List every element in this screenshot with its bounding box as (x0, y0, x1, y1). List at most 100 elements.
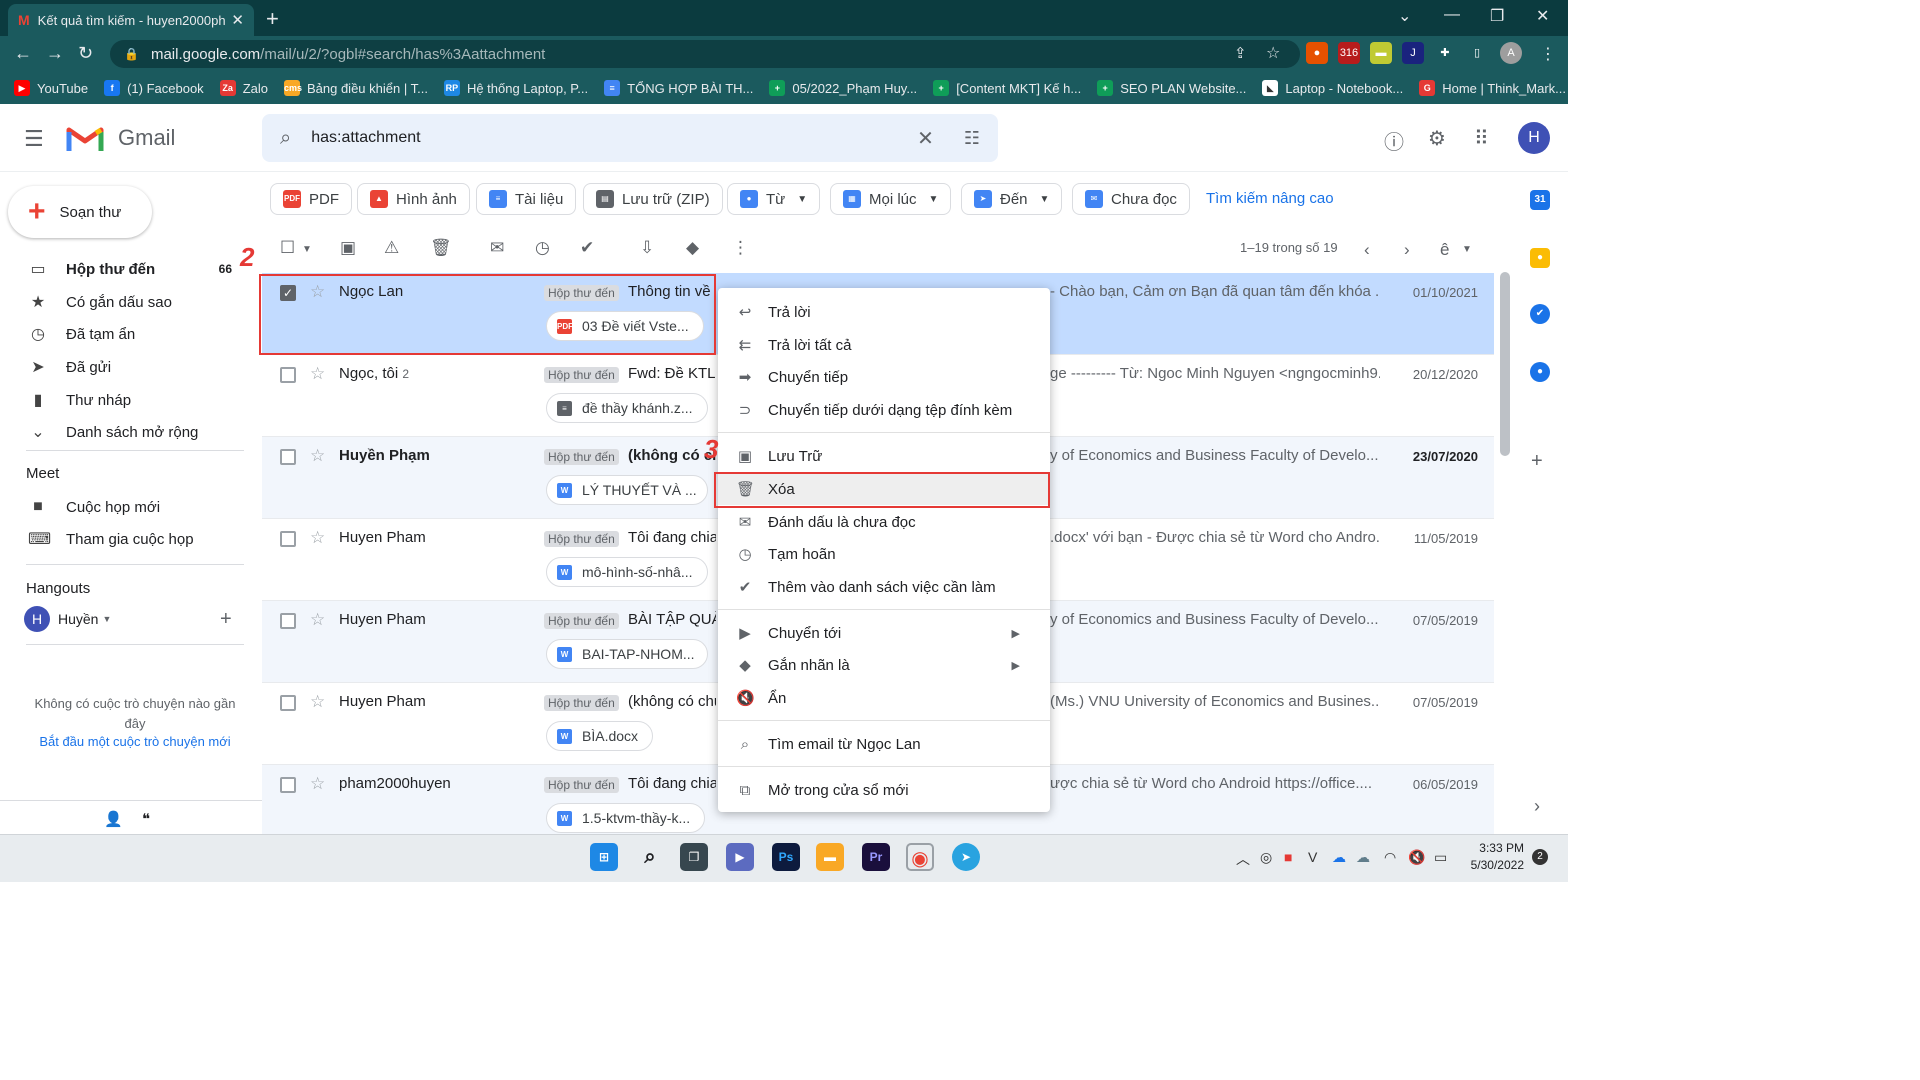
settings-gear-icon[interactable]: ⚙ (1428, 126, 1446, 151)
select-all-checkbox[interactable]: ☐ (280, 238, 295, 258)
bookmark-item[interactable]: ◣ Laptop - Notebook... (1262, 80, 1403, 96)
scrollbar[interactable] (1500, 272, 1510, 456)
onedrive-icon[interactable]: ☁ (1332, 849, 1346, 866)
context-menu-item[interactable]: ▣ Lưu Trữ (718, 440, 1050, 472)
sidebar-item[interactable]: ▭ Hộp thư đến 66 (0, 253, 250, 285)
mail-search-bar[interactable]: ⌕ has:attachment ✕ ☷ (262, 114, 998, 162)
sidebar-item[interactable]: ◷ Đã tạm ẩn (0, 318, 250, 350)
attachment-chip[interactable]: W 1.5-ktvm-thầy-k... (546, 803, 706, 833)
back-icon[interactable]: ← (14, 43, 32, 64)
star-icon[interactable]: ☆ (310, 364, 325, 384)
main-menu-icon[interactable]: ☰ (24, 126, 44, 152)
filter-chip[interactable]: ▦ Mọi lúc ▼ (830, 183, 952, 215)
search-query[interactable]: has:attachment (311, 129, 917, 147)
advanced-search-link[interactable]: Tìm kiếm nâng cao (1206, 190, 1334, 207)
filter-chip[interactable]: ● Từ ▼ (727, 183, 821, 215)
context-menu-item[interactable]: ▶ Chuyển tới ▶ (718, 617, 1050, 649)
context-menu-item[interactable]: ⧉ Mở trong cửa sổ mới (718, 774, 1050, 806)
bookmark-item[interactable]: cms Bảng điều khiển | T... (283, 80, 428, 96)
star-icon[interactable]: ☆ (310, 446, 325, 466)
context-menu-item[interactable]: ✉ Đánh dấu là chưa đọc (718, 506, 1050, 538)
add-task-icon[interactable]: ✔ (580, 238, 594, 258)
meet-item[interactable]: ⌨ Tham gia cuộc họp (0, 523, 250, 555)
show-side-panel-icon[interactable]: › (1534, 796, 1540, 817)
context-menu-item[interactable]: ✔ Thêm vào danh sách việc cần làm (718, 571, 1050, 603)
chrome-icon[interactable]: ◉ (906, 843, 934, 871)
volume-icon[interactable]: 🔇 (1408, 849, 1425, 866)
filter-chip[interactable]: PDF PDF (270, 183, 352, 215)
row-checkbox[interactable] (280, 367, 296, 383)
bookmark-item[interactable]: RP Hệ thống Laptop, P... (443, 80, 588, 96)
star-icon[interactable]: ☆ (310, 528, 325, 548)
next-page-icon[interactable]: › (1404, 240, 1410, 260)
context-menu-item[interactable]: 🔇 Ẩn (718, 682, 1050, 714)
calendar-icon[interactable]: 31 (1530, 190, 1550, 210)
share-icon[interactable]: ⇪ (1234, 44, 1247, 62)
contacts-person-icon[interactable]: 👤 (104, 810, 123, 828)
move-to-icon[interactable]: ⇩ (640, 238, 654, 258)
filter-chip[interactable]: ▤ Lưu trữ (ZIP) (583, 183, 723, 215)
report-spam-icon[interactable]: ⚠ (384, 238, 399, 258)
tray-app-icon-2[interactable]: ■ (1284, 849, 1292, 865)
bookmark-item[interactable]: ≡ TỔNG HỢP BÀI TH... (604, 80, 753, 96)
close-window-button[interactable]: ✕ (1536, 6, 1549, 26)
premiere-icon[interactable]: Pr (862, 843, 890, 871)
filter-chip[interactable]: ✉ Chưa đọc (1072, 183, 1190, 215)
bookmark-item[interactable]: + [Content MKT] Kế h... (933, 80, 1081, 96)
star-icon[interactable]: ☆ (310, 774, 325, 794)
bookmark-item[interactable]: ▶ YouTube (14, 80, 88, 96)
prev-page-icon[interactable]: ‹ (1364, 240, 1370, 260)
attachment-chip[interactable]: W LÝ THUYẾT VÀ ... (546, 475, 708, 505)
onedrive-icon-2[interactable]: ☁ (1356, 849, 1370, 866)
extension-icon-2[interactable]: ▬ (1370, 42, 1392, 64)
profile-avatar-icon[interactable]: A (1500, 42, 1522, 64)
search-icon[interactable]: ⌕ (280, 127, 291, 150)
select-dropdown-icon[interactable]: ▼ (302, 244, 312, 255)
get-addons-icon[interactable]: + (1531, 450, 1543, 473)
row-checkbox[interactable] (280, 695, 296, 711)
bookmark-item[interactable]: G Home | Think_Mark... (1419, 80, 1566, 96)
tray-overflow-icon[interactable]: ︿ (1236, 849, 1250, 869)
context-menu-item[interactable]: ◷ Tạm hoãn (718, 538, 1050, 570)
bookmark-item[interactable]: + SEO PLAN Website... (1097, 80, 1246, 96)
filter-chip[interactable]: ≡ Tài liệu (476, 183, 577, 215)
context-menu-item[interactable]: ⌕ Tìm email từ Ngọc Lan (718, 728, 1050, 760)
notification-badge[interactable]: 2 (1532, 849, 1548, 865)
close-tab-icon[interactable]: ✕ (231, 11, 244, 29)
teams-chat-icon[interactable]: ▶ (726, 843, 754, 871)
extension-icon-3[interactable]: J (1402, 42, 1424, 64)
attachment-chip[interactable]: ≡ đề thầy khánh.z... (546, 393, 708, 423)
search-options-icon[interactable]: ☷ (964, 128, 980, 149)
compose-button[interactable]: + Soạn thư (8, 186, 152, 238)
row-checkbox[interactable] (280, 613, 296, 629)
star-icon[interactable]: ☆ (310, 692, 325, 712)
hangouts-chat-icon[interactable]: ❝ (142, 810, 150, 828)
sidebar-item[interactable]: ⌄ Danh sách mở rộng (0, 416, 250, 448)
archive-icon[interactable]: ▣ (340, 238, 356, 258)
context-menu-item[interactable]: ⊃ Chuyển tiếp dưới dạng tệp đính kèm (718, 394, 1050, 426)
snooze-icon[interactable]: ◷ (535, 238, 550, 258)
mark-unread-icon[interactable]: ✉ (490, 238, 504, 258)
battery-icon[interactable]: ▭ (1434, 849, 1447, 866)
new-tab-button[interactable]: + (266, 6, 279, 32)
sidebar-item[interactable]: ▮ Thư nháp (0, 384, 250, 416)
minimize-button[interactable]: — (1444, 6, 1460, 24)
label-icon[interactable]: ◆ (686, 238, 699, 258)
telegram-icon[interactable]: ➤ (952, 843, 980, 871)
side-panel-icon[interactable]: ▯ (1466, 42, 1488, 64)
browser-tab-active[interactable]: M Kết quả tìm kiếm - huyen2000ph ✕ (8, 4, 254, 36)
extensions-puzzle-icon[interactable]: ✚ (1434, 42, 1456, 64)
start-conversation-link[interactable]: Bắt đầu một cuộc trò chuyện mới (26, 734, 244, 749)
hangouts-user[interactable]: H Huyền ▼ (24, 606, 111, 632)
star-icon[interactable]: ☆ (310, 610, 325, 630)
account-avatar[interactable]: H (1518, 122, 1550, 154)
photoshop-icon[interactable]: Ps (772, 843, 800, 871)
meet-item[interactable]: ■ Cuộc họp mới (0, 491, 250, 523)
sidebar-item[interactable]: ★ Có gắn dấu sao (0, 286, 250, 318)
apps-grid-icon[interactable]: ⠿ (1474, 126, 1489, 151)
extension-icon[interactable]: ● (1306, 42, 1328, 64)
attachment-chip[interactable]: W BAI-TAP-NHOM... (546, 639, 708, 669)
file-explorer-icon[interactable]: ▬ (816, 843, 844, 871)
filter-chip[interactable]: ▲ Hình ảnh (357, 183, 470, 215)
row-checkbox[interactable] (280, 449, 296, 465)
